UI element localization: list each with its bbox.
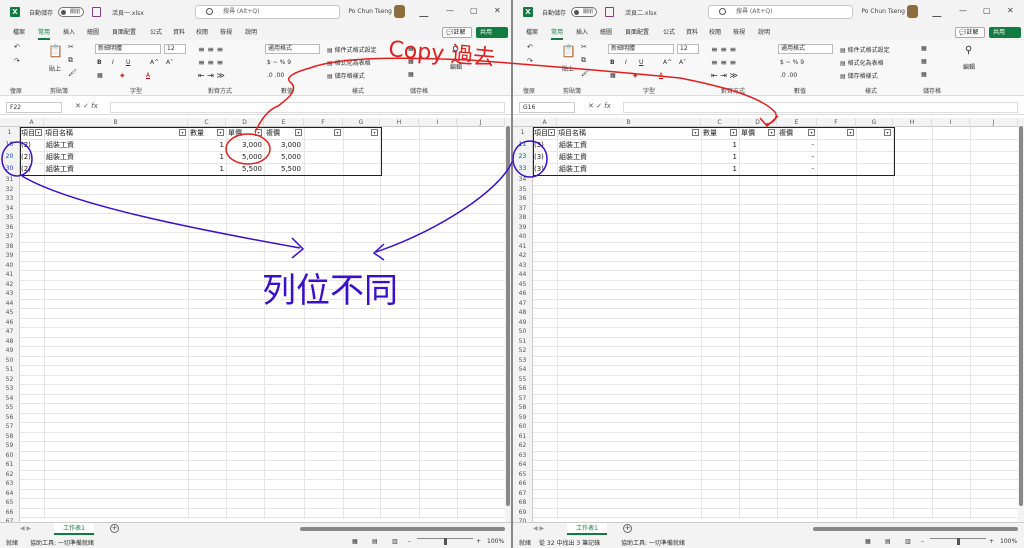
red-arrow-head <box>759 115 779 128</box>
annotation-layer: Copy 過去 列位不同 <box>1 37 779 311</box>
row-diff-annotation-text: 列位不同 <box>262 271 398 311</box>
blue-arrow-left <box>21 175 301 249</box>
red-copy-arrow <box>254 57 777 133</box>
copy-annotation-text: Copy 過去 <box>387 37 496 71</box>
red-circle-price <box>225 133 271 165</box>
blue-circle-left-rows <box>1 141 33 177</box>
blue-arrow-right <box>375 161 513 253</box>
blue-circle-right-rows <box>512 140 548 178</box>
